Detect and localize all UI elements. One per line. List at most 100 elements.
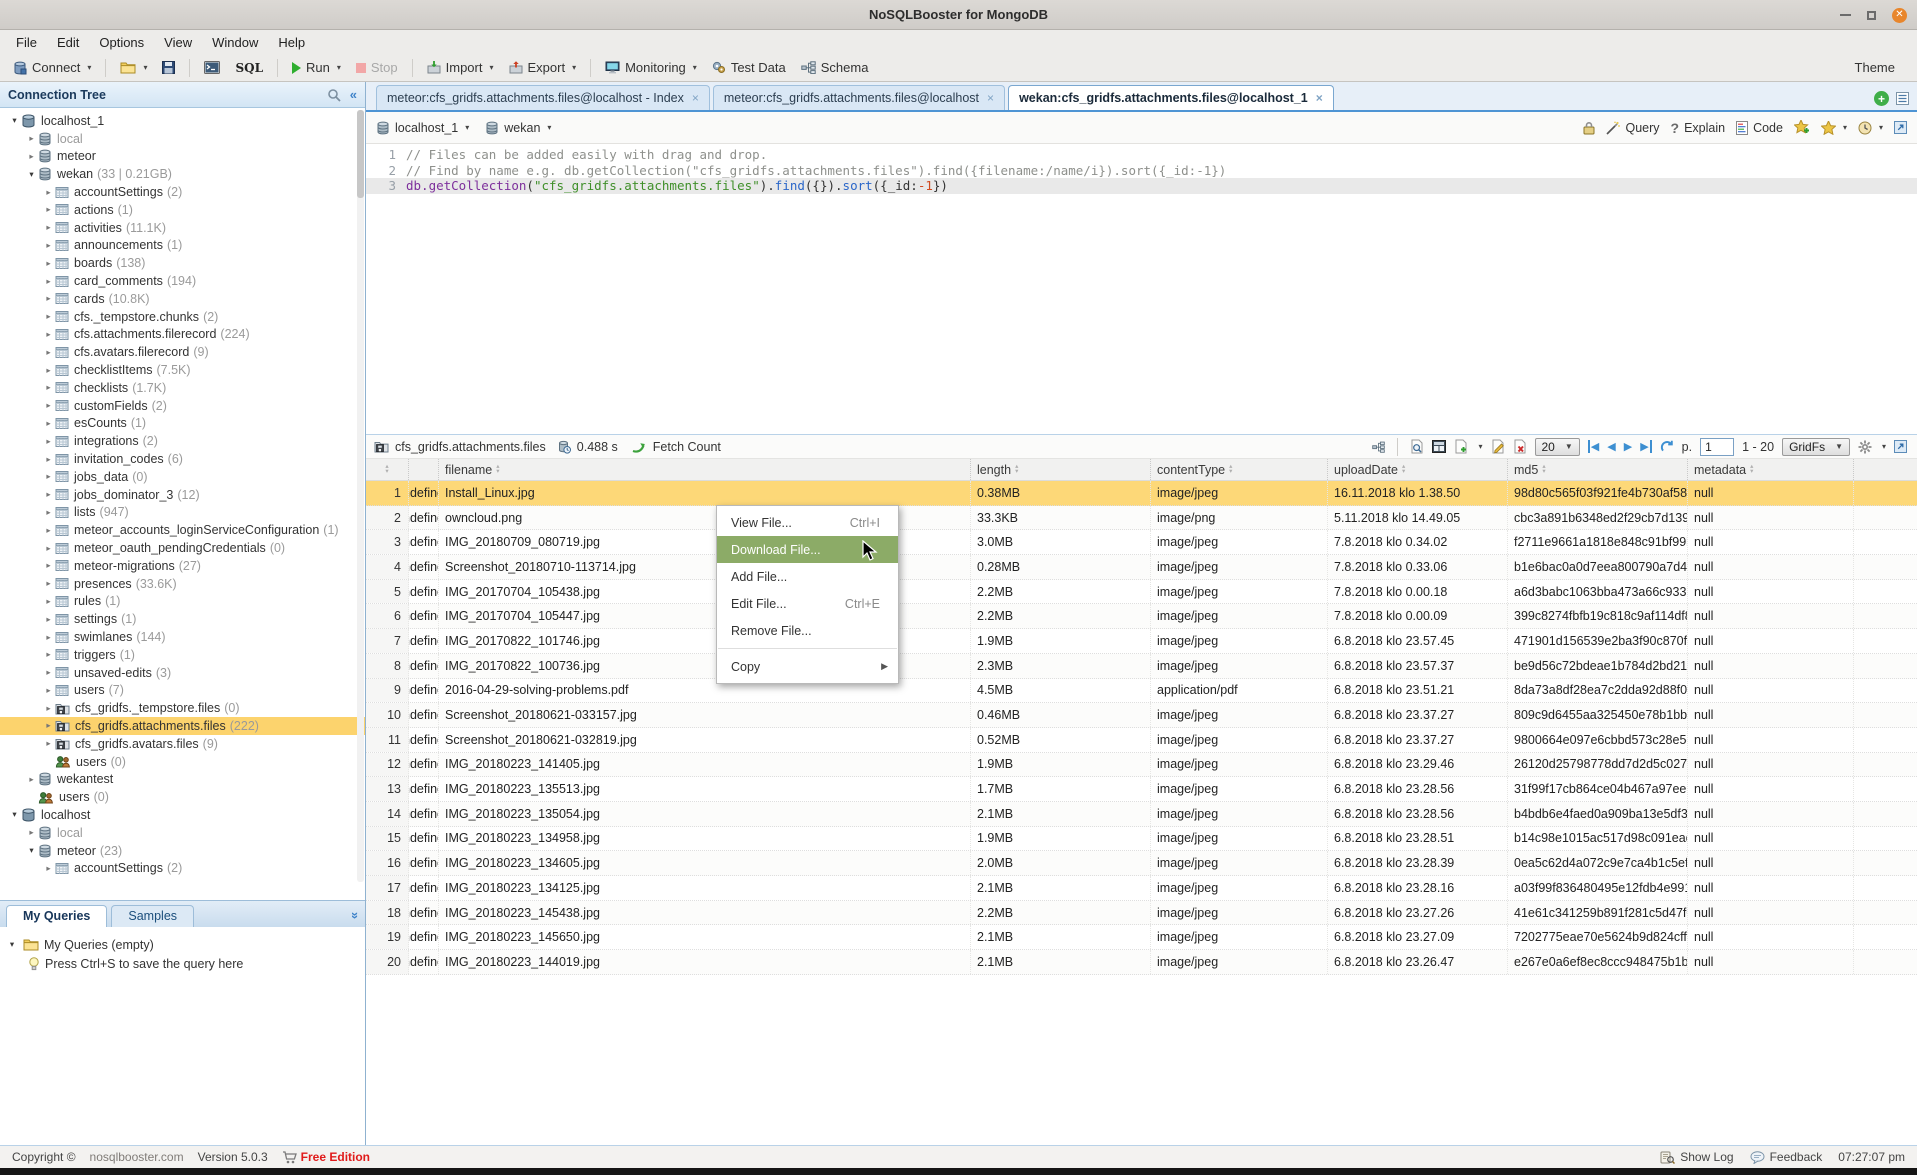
search-icon[interactable] [327, 88, 341, 102]
tree-item-boards[interactable]: ▸boards(138) [0, 254, 365, 272]
tree-item-meteor-migrations[interactable]: ▸meteor-migrations(27) [0, 557, 365, 575]
tree-item-accountSettings[interactable]: ▸accountSettings(2) [0, 183, 365, 201]
expander-closed-icon[interactable]: ▸ [25, 133, 38, 144]
table-row[interactable]: 15undefinedIMG_20180223_134958.jpg1.9MBi… [366, 827, 1917, 852]
document-magnifier-icon[interactable]: undefined [409, 535, 439, 549]
document-magnifier-icon[interactable]: undefined [409, 757, 439, 771]
find-in-results-icon[interactable] [1410, 439, 1424, 454]
tab-list-icon[interactable] [1896, 92, 1909, 105]
new-tab-icon[interactable]: + [1874, 91, 1889, 106]
expander-closed-icon[interactable]: ▸ [42, 187, 55, 198]
tab-close-icon[interactable]: × [692, 91, 699, 105]
expander-closed-icon[interactable]: ▸ [42, 471, 55, 482]
table-row[interactable]: 10undefinedScreenshot_20180621-033157.jp… [366, 703, 1917, 728]
close-icon[interactable]: ✕ [1892, 8, 1907, 23]
expand-results-icon[interactable] [1894, 440, 1907, 453]
tree-item-localhost_1[interactable]: ▾localhost_1 [0, 112, 365, 130]
add-favorite-button[interactable] [1794, 120, 1810, 135]
tree-item-lists[interactable]: ▸lists(947) [0, 504, 365, 522]
lock-icon[interactable] [1583, 121, 1595, 135]
menu-item-add-file[interactable]: Add File... [717, 563, 898, 590]
expander-closed-icon[interactable]: ▸ [42, 543, 55, 554]
expander-closed-icon[interactable]: ▸ [42, 418, 55, 429]
document-magnifier-icon[interactable]: undefined [409, 906, 439, 920]
tree-item-cfs.attachments.filerecord[interactable]: ▸cfs.attachments.filerecord(224) [0, 326, 365, 344]
tree-item-checklists[interactable]: ▸checklists(1.7K) [0, 379, 365, 397]
tree-item-actions[interactable]: ▸actions(1) [0, 201, 365, 219]
fetch-count-button[interactable]: Fetch Count [653, 440, 721, 454]
tree-item-checklistItems[interactable]: ▸checklistItems(7.5K) [0, 361, 365, 379]
stop-button[interactable]: Stop [351, 58, 403, 77]
document-magnifier-icon[interactable]: undefined [409, 881, 439, 895]
tree-item-announcements[interactable]: ▸announcements(1) [0, 237, 365, 255]
sort-arrows-icon[interactable]: ▴▾ [496, 465, 499, 474]
document-magnifier-icon[interactable]: undefined [409, 856, 439, 870]
document-magnifier-icon[interactable]: undefined [409, 831, 439, 845]
table-row[interactable]: 9undefined2016-04-29-solving-problems.pd… [366, 679, 1917, 704]
explain-button[interactable]: ? Explain [1671, 120, 1726, 136]
expander-closed-icon[interactable]: ▸ [42, 329, 55, 340]
expander-closed-icon[interactable]: ▸ [42, 240, 55, 251]
connect-button[interactable]: Connect▾ [8, 58, 96, 77]
favorites-button[interactable]: ▾ [1821, 121, 1847, 135]
edit-document-icon[interactable] [1491, 439, 1505, 454]
table-row[interactable]: 17undefinedIMG_20180223_134125.jpg2.1MBi… [366, 876, 1917, 901]
run-button[interactable]: Run▾ [287, 58, 346, 77]
tree-scrollbar[interactable] [357, 110, 364, 882]
expander-closed-icon[interactable]: ▸ [42, 204, 55, 215]
tree-item-localhost[interactable]: ▾localhost [0, 806, 365, 824]
show-log-button[interactable]: Show Log [1660, 1150, 1733, 1164]
expand-editor-icon[interactable] [1894, 121, 1907, 134]
tree-item-users[interactable]: users(0) [0, 788, 365, 806]
expander-closed-icon[interactable]: ▸ [42, 703, 55, 714]
connection-selector[interactable]: localhost_1▾ [376, 121, 469, 135]
document-magnifier-icon[interactable]: undefined [409, 511, 439, 525]
monitoring-button[interactable]: Monitoring▾ [600, 58, 702, 77]
tab-my-queries[interactable]: My Queries [6, 905, 107, 927]
schema-button[interactable]: Schema [796, 58, 874, 77]
expander-closed-icon[interactable]: ▸ [42, 258, 55, 269]
document-magnifier-icon[interactable]: undefined [409, 486, 439, 500]
expander-closed-icon[interactable]: ▸ [42, 738, 55, 749]
export-button[interactable]: Export▾ [504, 58, 582, 77]
expander-closed-icon[interactable]: ▸ [42, 560, 55, 571]
table-row[interactable]: 14undefinedIMG_20180223_135054.jpg2.1MBi… [366, 802, 1917, 827]
menu-file[interactable]: File [6, 35, 47, 50]
tree-item-local[interactable]: ▸local [0, 130, 365, 148]
column-header-metadata[interactable]: metadata▴▾ [1688, 459, 1854, 480]
column-header-md5[interactable]: md5▴▾ [1508, 459, 1688, 480]
table-row[interactable]: 12undefinedIMG_20180223_141405.jpg1.9MBi… [366, 753, 1917, 778]
last-page-icon[interactable]: ▶ [1640, 440, 1651, 453]
expander-closed-icon[interactable]: ▸ [42, 596, 55, 607]
document-magnifier-icon[interactable]: undefined [409, 585, 439, 599]
free-edition-badge[interactable]: Free Edition [282, 1150, 370, 1164]
history-button[interactable]: ▾ [1858, 121, 1883, 135]
expander-closed-icon[interactable]: ▸ [42, 400, 55, 411]
test-data-button[interactable]: Test Data [707, 58, 791, 77]
table-row[interactable]: 1undefinedInstall_Linux.jpg0.38MBimage/j… [366, 481, 1917, 506]
table-row[interactable]: 19undefinedIMG_20180223_145650.jpg2.1MBi… [366, 925, 1917, 950]
tree-item-jobs_dominator_3[interactable]: ▸jobs_dominator_3(12) [0, 486, 365, 504]
tree-item-wekantest[interactable]: ▸wekantest [0, 770, 365, 788]
tree-item-users[interactable]: users(0) [0, 753, 365, 771]
document-magnifier-icon[interactable]: undefined [409, 683, 439, 697]
tree-item-settings[interactable]: ▸settings(1) [0, 610, 365, 628]
table-row[interactable]: 20undefinedIMG_20180223_144019.jpg2.1MBi… [366, 950, 1917, 975]
table-row[interactable]: 3undefinedIMG_20180709_080719.jpg3.0MBim… [366, 530, 1917, 555]
maximize-icon[interactable] [1867, 11, 1876, 20]
expander-closed-icon[interactable]: ▸ [42, 276, 55, 287]
tree-item-accountSettings[interactable]: ▸accountSettings(2) [0, 859, 365, 877]
delete-document-icon[interactable] [1513, 439, 1527, 454]
feedback-button[interactable]: Feedback [1750, 1150, 1823, 1164]
refresh-icon[interactable] [1660, 440, 1674, 454]
tree-item-triggers[interactable]: ▸triggers(1) [0, 646, 365, 664]
open-file-button[interactable]: ▾ [115, 59, 152, 76]
query-wizard-button[interactable]: Query [1606, 121, 1659, 135]
first-page-icon[interactable]: ◀ [1588, 440, 1599, 453]
document-magnifier-icon[interactable]: undefined [409, 782, 439, 796]
sql-button[interactable]: SQL [230, 59, 268, 77]
tab-samples[interactable]: Samples [111, 905, 194, 927]
tree-item-integrations[interactable]: ▸integrations(2) [0, 432, 365, 450]
table-view-icon[interactable] [1432, 440, 1446, 453]
column-header-uploadDate[interactable]: uploadDate▴▾ [1328, 459, 1508, 480]
